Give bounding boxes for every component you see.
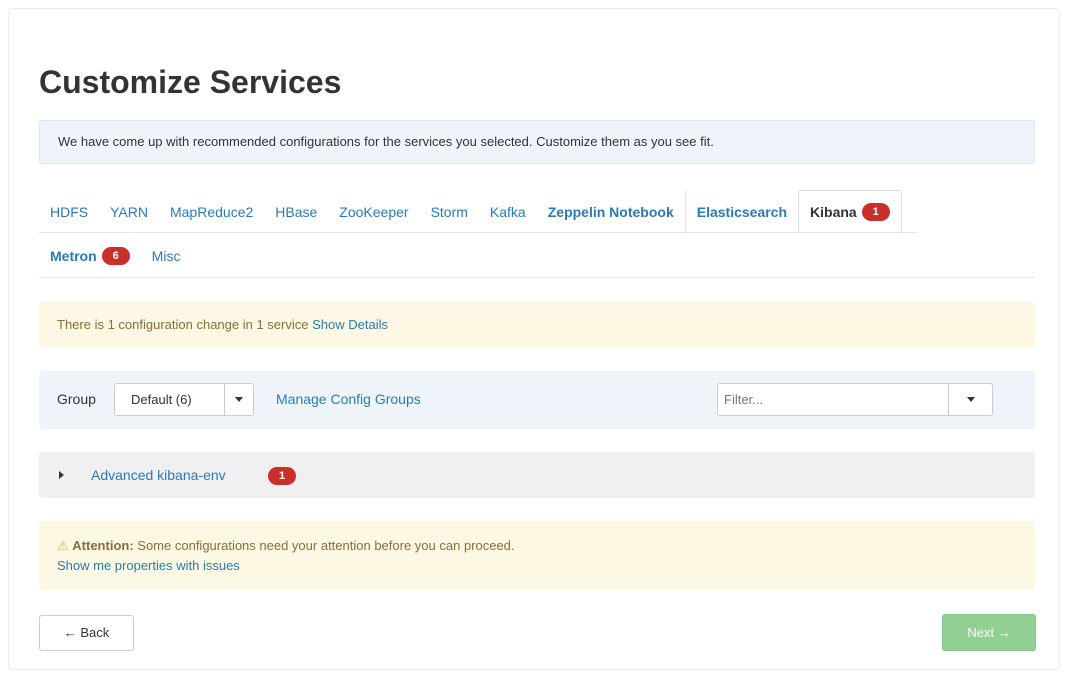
issue-count-badge: 1 [861, 203, 890, 221]
attention-message: Some configurations need your attention … [137, 538, 515, 553]
tab-label: HBase [275, 204, 318, 220]
tab-label: Kafka [489, 204, 526, 220]
show-issues-link[interactable]: Show me properties with issues [57, 556, 1035, 576]
tab-elasticsearch[interactable]: Elasticsearch [684, 190, 798, 234]
filter-input[interactable] [718, 384, 948, 415]
tab-hdfs[interactable]: HDFS [39, 190, 99, 234]
tab-mapreduce2[interactable]: MapReduce2 [159, 190, 264, 234]
tab-kafka[interactable]: Kafka [479, 190, 537, 234]
tab-zookeeper[interactable]: ZooKeeper [328, 190, 419, 234]
service-tabs-row-1: HDFS YARN MapReduce2 HBase ZooKeeper Sto… [39, 190, 902, 234]
caret-right-icon [59, 471, 64, 479]
tabs-divider [39, 277, 1035, 278]
filter-box [717, 383, 993, 416]
tab-hbase[interactable]: HBase [264, 190, 328, 234]
config-group-bar: Group Default (6) Manage Config Groups [39, 371, 1035, 429]
attention-label: Attention: [72, 538, 134, 553]
issue-count-badge: 1 [268, 467, 296, 485]
attention-alert: ⚠ Attention: Some configurations need yo… [39, 521, 1035, 590]
tabs-divider [39, 232, 917, 233]
info-alert: We have come up with recommended configu… [39, 120, 1035, 164]
tab-label: ZooKeeper [339, 204, 409, 220]
tab-kibana[interactable]: Kibana 1 [798, 190, 902, 234]
config-change-notice: There is 1 configuration change in 1 ser… [39, 302, 1035, 347]
config-section-header[interactable]: Advanced kibana-env 1 [39, 452, 1035, 498]
tab-storm[interactable]: Storm [420, 190, 479, 234]
service-tabs-row-2: Metron 6 Misc [39, 234, 191, 278]
tab-label: Misc [151, 248, 181, 264]
warning-icon: ⚠ [57, 538, 69, 553]
tab-yarn[interactable]: YARN [99, 190, 159, 234]
config-group-value: Default (6) [115, 384, 225, 415]
group-label: Group [57, 391, 96, 407]
next-button[interactable]: Next → [942, 614, 1036, 651]
issue-count-badge: 6 [101, 247, 130, 265]
tab-label: Zeppelin Notebook [547, 204, 674, 220]
back-button[interactable]: ← Back [39, 615, 134, 651]
tab-label: Storm [430, 204, 468, 220]
tab-label: HDFS [50, 204, 89, 220]
filter-dropdown-toggle[interactable] [948, 384, 992, 415]
tab-label: YARN [110, 204, 148, 220]
caret-down-icon [966, 397, 975, 402]
tab-label: Kibana [810, 204, 857, 220]
tab-label: Metron [50, 248, 97, 264]
config-group-select[interactable]: Default (6) [114, 383, 254, 416]
caret-down-icon [235, 397, 243, 402]
tab-zeppelin-notebook[interactable]: Zeppelin Notebook [537, 190, 685, 234]
tab-label: MapReduce2 [169, 204, 254, 220]
section-title[interactable]: Advanced kibana-env [91, 467, 226, 483]
manage-config-groups-link[interactable]: Manage Config Groups [276, 391, 421, 407]
page-title: Customize Services [39, 64, 342, 100]
tab-label: Elasticsearch [696, 204, 788, 220]
config-change-text: There is 1 configuration change in 1 ser… [57, 317, 309, 332]
dropdown-toggle[interactable] [225, 384, 253, 415]
tab-misc[interactable]: Misc [141, 234, 192, 278]
tab-metron[interactable]: Metron 6 [39, 234, 141, 278]
show-details-link[interactable]: Show Details [312, 317, 388, 332]
